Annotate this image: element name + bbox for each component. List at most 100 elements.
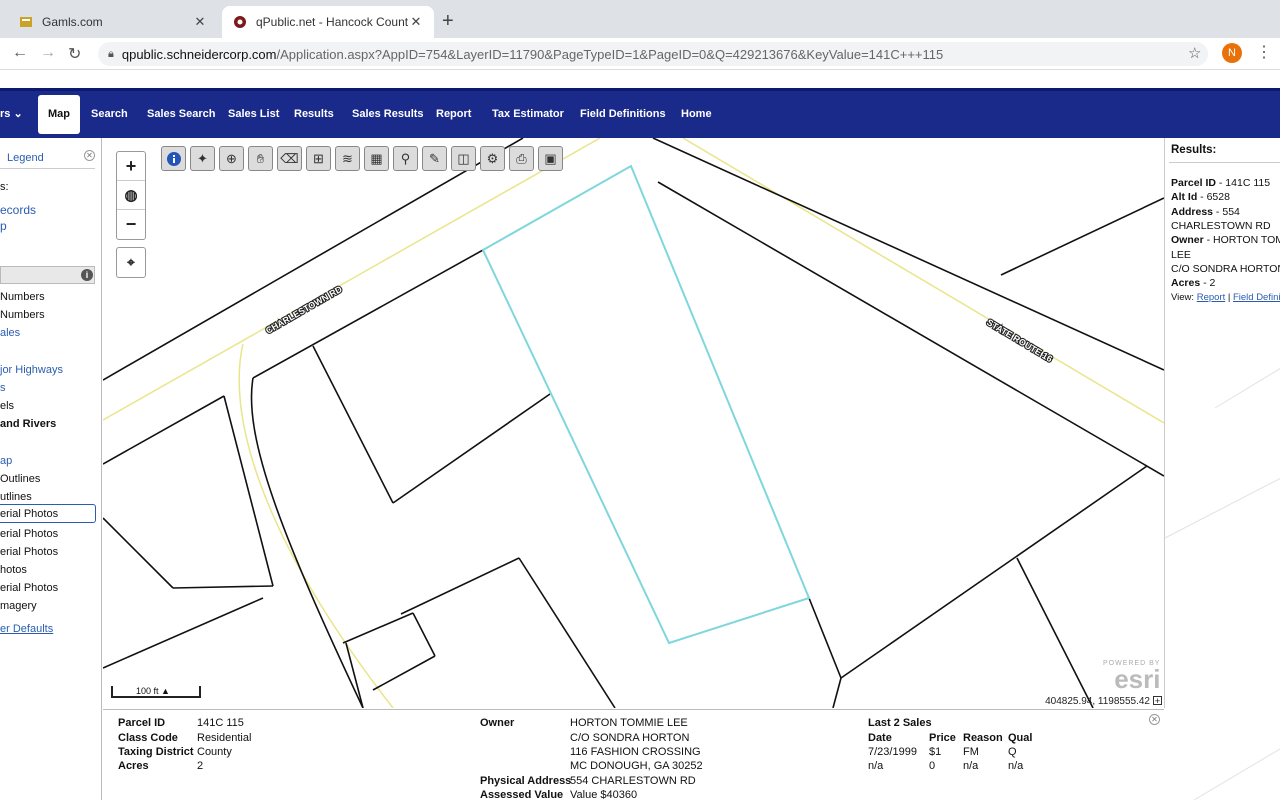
layer-item[interactable]: Numbers <box>0 291 45 303</box>
nav-item-results[interactable]: Results <box>294 91 334 138</box>
layer-item[interactable]: erial Photos <box>0 582 58 594</box>
bookmark-star-icon[interactable]: ☆ <box>1188 44 1201 62</box>
nav-item-sales-results[interactable]: Sales Results <box>352 91 424 138</box>
tab-title: Gamls.com <box>42 15 103 29</box>
value-physical-address: 554 CHARLESTOWN RD <box>570 775 696 787</box>
value-taxing-district: County <box>197 746 232 758</box>
layer-item[interactable]: utlines <box>0 491 32 503</box>
divider <box>0 168 95 169</box>
new-tab-icon[interactable]: + <box>442 10 454 33</box>
layer-item[interactable]: Outlines <box>0 473 40 485</box>
parcel-map[interactable]: CHARLESTOWN RD STATE ROUTE 16 BELL AV + … <box>103 138 1164 708</box>
tab-title: qPublic.net - Hancock County, GA <box>256 15 408 29</box>
reset-defaults-link[interactable]: er Defaults <box>0 623 53 635</box>
search-icon[interactable]: ⚲ <box>393 146 418 171</box>
expand-icon[interactable]: + <box>1153 696 1162 706</box>
sale-date: n/a <box>868 760 884 772</box>
road-label-charlestown: CHARLESTOWN RD <box>264 284 344 336</box>
layer-item[interactable]: Numbers <box>0 309 45 321</box>
map-canvas[interactable]: CHARLESTOWN RD STATE ROUTE 16 BELL AV <box>103 138 1164 708</box>
map-toolbar: ✦ ⊕ ✋︎ ⌫ ⊞ ≋ ▦ ⚲ ✎ ◫ ⚙︎ ⎙ ▣ <box>161 146 563 171</box>
globe-icon[interactable]: ◍ <box>117 181 145 210</box>
legend-link[interactable]: Legend <box>7 152 44 164</box>
address-toolbar: ← → ↻ 🔒︎ qpublic.schneidercorp.com/Appli… <box>0 38 1280 70</box>
profile-avatar[interactable]: N <box>1222 43 1242 63</box>
nav-item-sales-search[interactable]: Sales Search <box>147 91 216 138</box>
measure-icon[interactable]: ▦ <box>364 146 389 171</box>
close-tab-icon[interactable]: ✕ <box>192 14 208 30</box>
back-icon[interactable]: ← <box>12 44 28 62</box>
layer-item[interactable]: s <box>0 382 6 394</box>
buffer-icon[interactable]: ◫ <box>451 146 476 171</box>
nav-item-tax-estimator[interactable]: Tax Estimator <box>492 91 564 138</box>
label-assessed-value: Assessed Value <box>480 789 564 801</box>
nav-item-sales-list[interactable]: Sales List <box>228 91 279 138</box>
draw-pencil-icon[interactable]: ✎ <box>422 146 447 171</box>
right-map-fill <box>1164 709 1280 801</box>
main-nav: rs ⌄ Map Search Sales Search Sales List … <box>0 88 1280 138</box>
owner-line: C/O SONDRA HORTON <box>570 732 690 744</box>
result-owner-line-3: C/O SONDRA HORTON <box>1171 263 1280 275</box>
layer-item[interactable]: and Rivers <box>0 418 56 430</box>
gamls-favicon-icon <box>18 14 34 30</box>
result-address-line-2: CHARLESTOWN RD <box>1171 220 1271 232</box>
select-sparkle-icon[interactable]: ✦ <box>190 146 215 171</box>
close-icon[interactable]: ✕ <box>84 150 95 161</box>
locate-crosshair-icon[interactable]: ⌖ <box>117 248 145 277</box>
field-definitions-link[interactable]: Field Definitions <box>1233 292 1280 303</box>
records-link[interactable]: ecords <box>0 203 36 217</box>
browser-tab-qpublic[interactable]: qPublic.net - Hancock County, GA ✕ <box>222 6 434 38</box>
forward-icon[interactable]: → <box>40 44 56 62</box>
nav-item-partial[interactable]: rs ⌄ <box>0 91 23 138</box>
browser-menu-icon[interactable]: ⋮ <box>1256 42 1272 62</box>
settings-gear-icon[interactable]: ⚙︎ <box>480 146 505 171</box>
result-owner-line-2: LEE <box>1171 249 1191 261</box>
zoom-out-button[interactable]: − <box>117 210 145 239</box>
sales-header-date: Date <box>868 732 892 744</box>
layer-item[interactable]: els <box>0 400 14 412</box>
qpublic-favicon-icon <box>232 14 248 30</box>
layer-item[interactable]: erial Photos <box>0 528 58 540</box>
reload-icon[interactable]: ↻ <box>68 44 81 64</box>
layer-item[interactable]: hotos <box>0 564 27 576</box>
nav-item-home[interactable]: Home <box>681 91 712 138</box>
sale-reason: FM <box>963 746 979 758</box>
nav-item-field-definitions[interactable]: Field Definitions <box>580 91 666 138</box>
zoom-in-button[interactable]: + <box>117 152 145 181</box>
zoom-in-tool-icon[interactable]: ⊕ <box>219 146 244 171</box>
sale-qual: Q <box>1008 746 1017 758</box>
info-icon[interactable]: i <box>81 269 93 281</box>
browser-tab-gamls[interactable]: Gamls.com ✕ <box>8 6 218 38</box>
pan-hand-icon[interactable]: ✋︎ <box>248 146 273 171</box>
sale-price: 0 <box>929 760 936 772</box>
close-tab-icon[interactable]: ✕ <box>408 14 424 30</box>
results-title: Results: <box>1171 144 1217 156</box>
map-link[interactable]: p <box>0 219 7 233</box>
layers-header: i <box>0 266 95 284</box>
selected-layer-box[interactable]: erial Photos <box>0 504 96 523</box>
report-link[interactable]: Report <box>1197 292 1226 303</box>
nav-item-report[interactable]: Report <box>436 91 471 138</box>
url-path: /Application.aspx?AppID=754&LayerID=1179… <box>276 46 944 62</box>
label-last-sales: Last 2 Sales <box>868 717 932 729</box>
nav-item-map[interactable]: Map <box>38 95 80 134</box>
layer-item[interactable]: jor Highways <box>0 364 63 376</box>
full-extent-icon[interactable]: ⊞ <box>306 146 331 171</box>
layer-item[interactable]: magery <box>0 600 37 612</box>
close-icon[interactable]: ✕ <box>1149 714 1160 725</box>
layer-item[interactable]: erial Photos <box>0 546 58 558</box>
url-bar[interactable]: 🔒︎ qpublic.schneidercorp.com/Application… <box>98 42 1208 66</box>
browser-tab-bar: Gamls.com ✕ qPublic.net - Hancock County… <box>0 0 1280 38</box>
layer-item[interactable]: ales <box>0 327 20 339</box>
identify-info-icon[interactable] <box>161 146 186 171</box>
layers-icon[interactable]: ≋ <box>335 146 360 171</box>
eraser-icon[interactable]: ⌫ <box>277 146 302 171</box>
value-parcel-id: 141C 115 <box>197 717 244 729</box>
layer-item[interactable]: ap <box>0 455 12 467</box>
chevron-down-icon: ⌄ <box>13 108 23 120</box>
sale-date: 7/23/1999 <box>868 746 917 758</box>
sales-header-price: Price <box>929 732 956 744</box>
nav-item-search[interactable]: Search <box>91 91 128 138</box>
print-icon[interactable]: ⎙ <box>509 146 534 171</box>
save-icon[interactable]: ▣ <box>538 146 563 171</box>
